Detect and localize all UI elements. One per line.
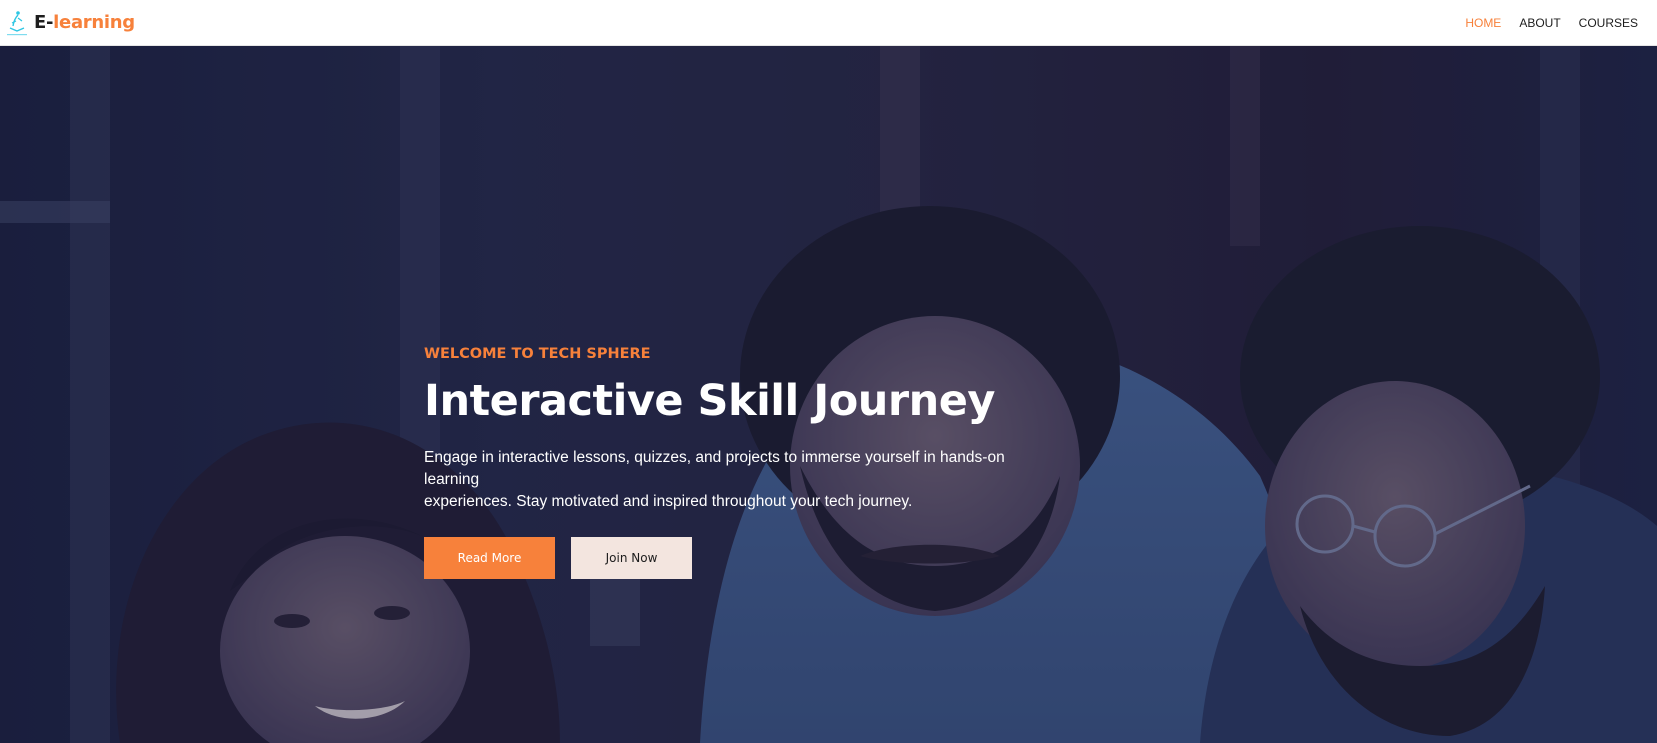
nav-home-link[interactable]: HOME xyxy=(1456,0,1510,46)
hero-title: Interactive Skill Journey xyxy=(424,376,995,426)
hero-eyebrow: WELCOME TO TECH SPHERE xyxy=(424,346,651,362)
brand-name: E-learning xyxy=(34,12,135,33)
navbar: E-learning HOME ABOUT COURSES xyxy=(0,0,1657,46)
brand-accent: learning xyxy=(53,12,135,33)
hero-description-line-1: Engage in interactive lessons, quizzes, … xyxy=(424,449,1005,489)
nav-about-link[interactable]: ABOUT xyxy=(1510,0,1569,46)
hero-buttons: Read More Join Now xyxy=(424,537,1104,580)
hero-description-line-2: experiences. Stay motivated and inspired… xyxy=(424,493,913,511)
read-more-button[interactable]: Read More xyxy=(424,537,555,580)
join-now-button[interactable]: Join Now xyxy=(571,537,692,580)
hero-section: WELCOME TO TECH SPHERE Interactive Skill… xyxy=(0,46,1657,743)
book-reader-logo-icon xyxy=(7,10,27,35)
hero-content: WELCOME TO TECH SPHERE Interactive Skill… xyxy=(424,346,1104,580)
main-nav: HOME ABOUT COURSES xyxy=(1456,0,1647,46)
hero-description: Engage in interactive lessons, quizzes, … xyxy=(424,447,1064,513)
nav-courses-link[interactable]: COURSES xyxy=(1570,0,1647,46)
brand-prefix: E- xyxy=(34,12,54,33)
brand-logo-link[interactable]: E-learning xyxy=(4,8,135,38)
